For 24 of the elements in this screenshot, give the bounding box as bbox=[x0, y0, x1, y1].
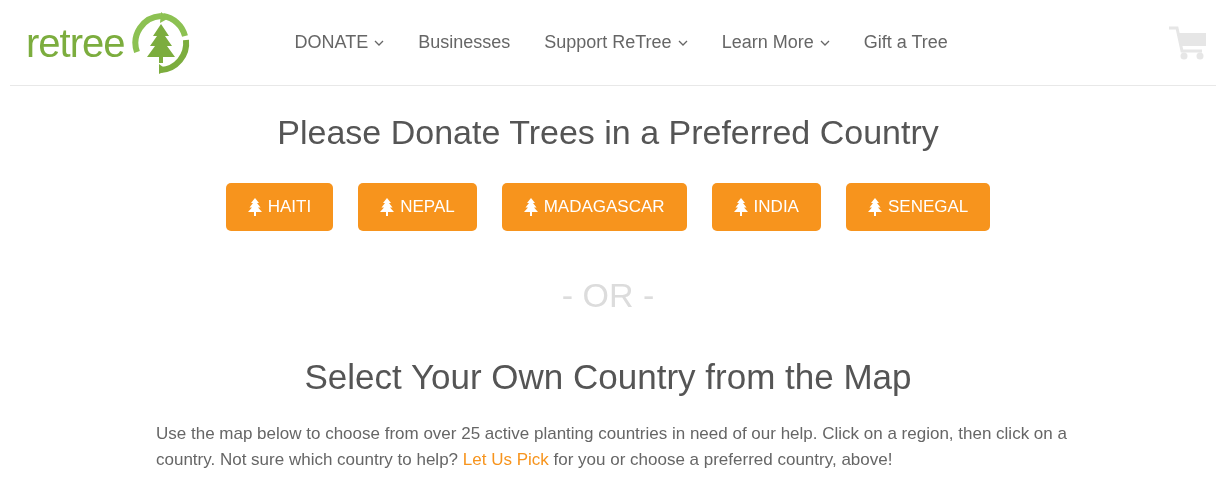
tree-icon bbox=[733, 198, 748, 216]
intro-paragraph: Use the map below to choose from over 25 active planting countries in need of our help. Click on a region, then click on a country. Not sure which country to help? Let Us Pick for you or choose a preferred country, above! bbox=[156, 423, 1068, 471]
logo-text[interactable]: retree bbox=[26, 22, 125, 63]
tree-icon bbox=[380, 198, 395, 216]
country-button[interactable]: INDIA bbox=[711, 183, 821, 231]
nav-link[interactable]: DONATE bbox=[294, 29, 385, 56]
country-button[interactable]: MADAGASCAR bbox=[501, 183, 687, 231]
tree-logo-icon[interactable] bbox=[130, 11, 191, 74]
chevron-down-icon bbox=[819, 39, 830, 46]
country-button[interactable]: NEPAL bbox=[358, 183, 477, 231]
map-heading: Select Your Own Country from the Map bbox=[304, 356, 912, 398]
page-heading: Please Donate Trees in a Preferred Country bbox=[277, 112, 939, 153]
nav-link[interactable]: Businesses bbox=[418, 29, 511, 56]
country-button[interactable]: HAITI bbox=[225, 183, 334, 231]
country-button[interactable]: SENEGAL bbox=[845, 183, 991, 231]
tree-icon bbox=[523, 198, 538, 216]
tree-icon bbox=[247, 198, 262, 216]
nav-link[interactable]: Gift a Tree bbox=[863, 29, 948, 56]
chevron-down-icon bbox=[374, 39, 385, 46]
nav-link[interactable]: Learn More bbox=[721, 29, 830, 56]
let-us-pick-link[interactable]: Let Us Pick bbox=[462, 450, 549, 469]
chevron-down-icon bbox=[677, 39, 688, 46]
nav-link[interactable]: Support ReTree bbox=[544, 29, 688, 56]
tree-icon bbox=[867, 198, 882, 216]
